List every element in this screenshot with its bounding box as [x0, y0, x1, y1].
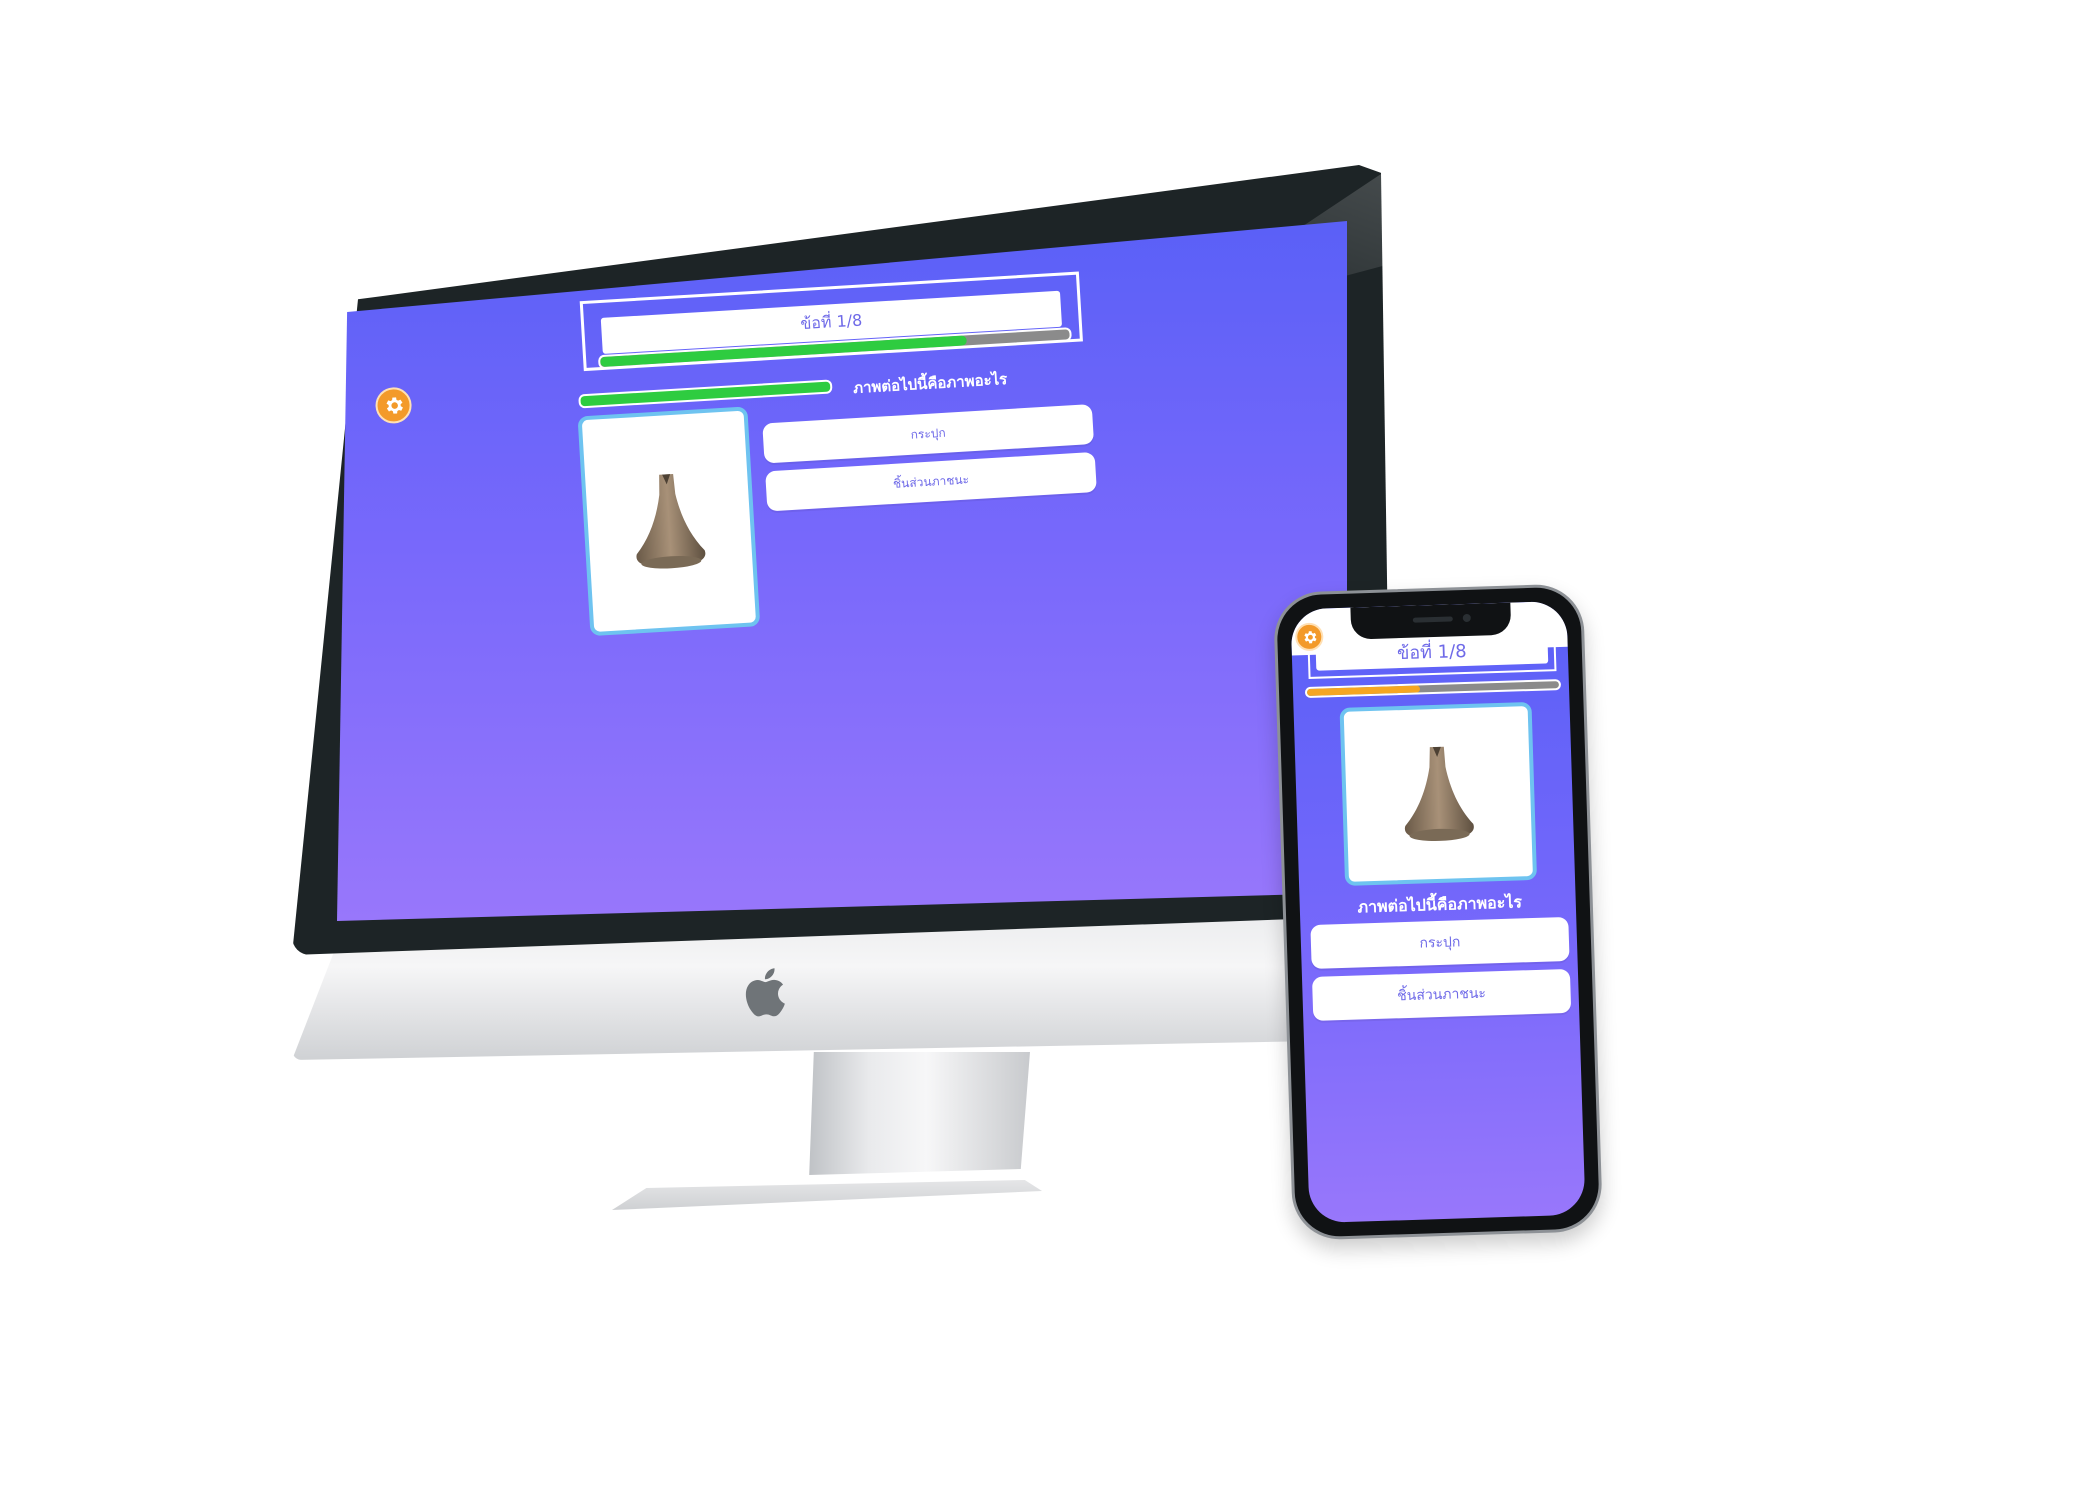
mobile-progress-bar: [1304, 679, 1562, 699]
desktop-settings-button[interactable]: [374, 386, 413, 425]
desktop-quiz-app: ข้อที่ 1/8 ภาพต่อไปนี้คือภาพอะไร กระปุก …: [337, 221, 1347, 921]
desktop-question-image-card: [577, 406, 761, 637]
clay-bell-artifact-image: [1404, 746, 1474, 841]
apple-logo-icon: [745, 968, 785, 1017]
clay-bell-artifact-image: [636, 473, 706, 569]
desktop-screen: ข้อที่ 1/8 ภาพต่อไปนี้คือภาพอะไร กระปุก …: [337, 221, 1347, 921]
mobile-question-image-card: [1339, 701, 1538, 886]
mobile-question-text: ภาพต่อไปนี้คือภาพอะไร: [1357, 892, 1523, 917]
gear-icon: [386, 397, 403, 414]
mobile-answer-1[interactable]: กระปุก: [1310, 916, 1570, 969]
gear-icon: [1303, 630, 1317, 643]
desktop-question-text: ภาพต่อไปนี้คือภาพอะไร: [852, 370, 1008, 398]
mobile-screen: ข้อที่ 1/8 ภาพต่อไปนี้คือภาพอะไร กระปุก …: [1290, 600, 1586, 1224]
imac-stand: [809, 1052, 1030, 1175]
desktop-answer-2[interactable]: ชิ้นส่วนภาชนะ: [765, 451, 1097, 512]
phone-device: ข้อที่ 1/8 ภาพต่อไปนี้คือภาพอะไร กระปุก …: [1272, 583, 1604, 1241]
mobile-answer-2[interactable]: ชิ้นส่วนภาชนะ: [1311, 968, 1572, 1021]
mobile-progress-fill: [1306, 685, 1421, 697]
